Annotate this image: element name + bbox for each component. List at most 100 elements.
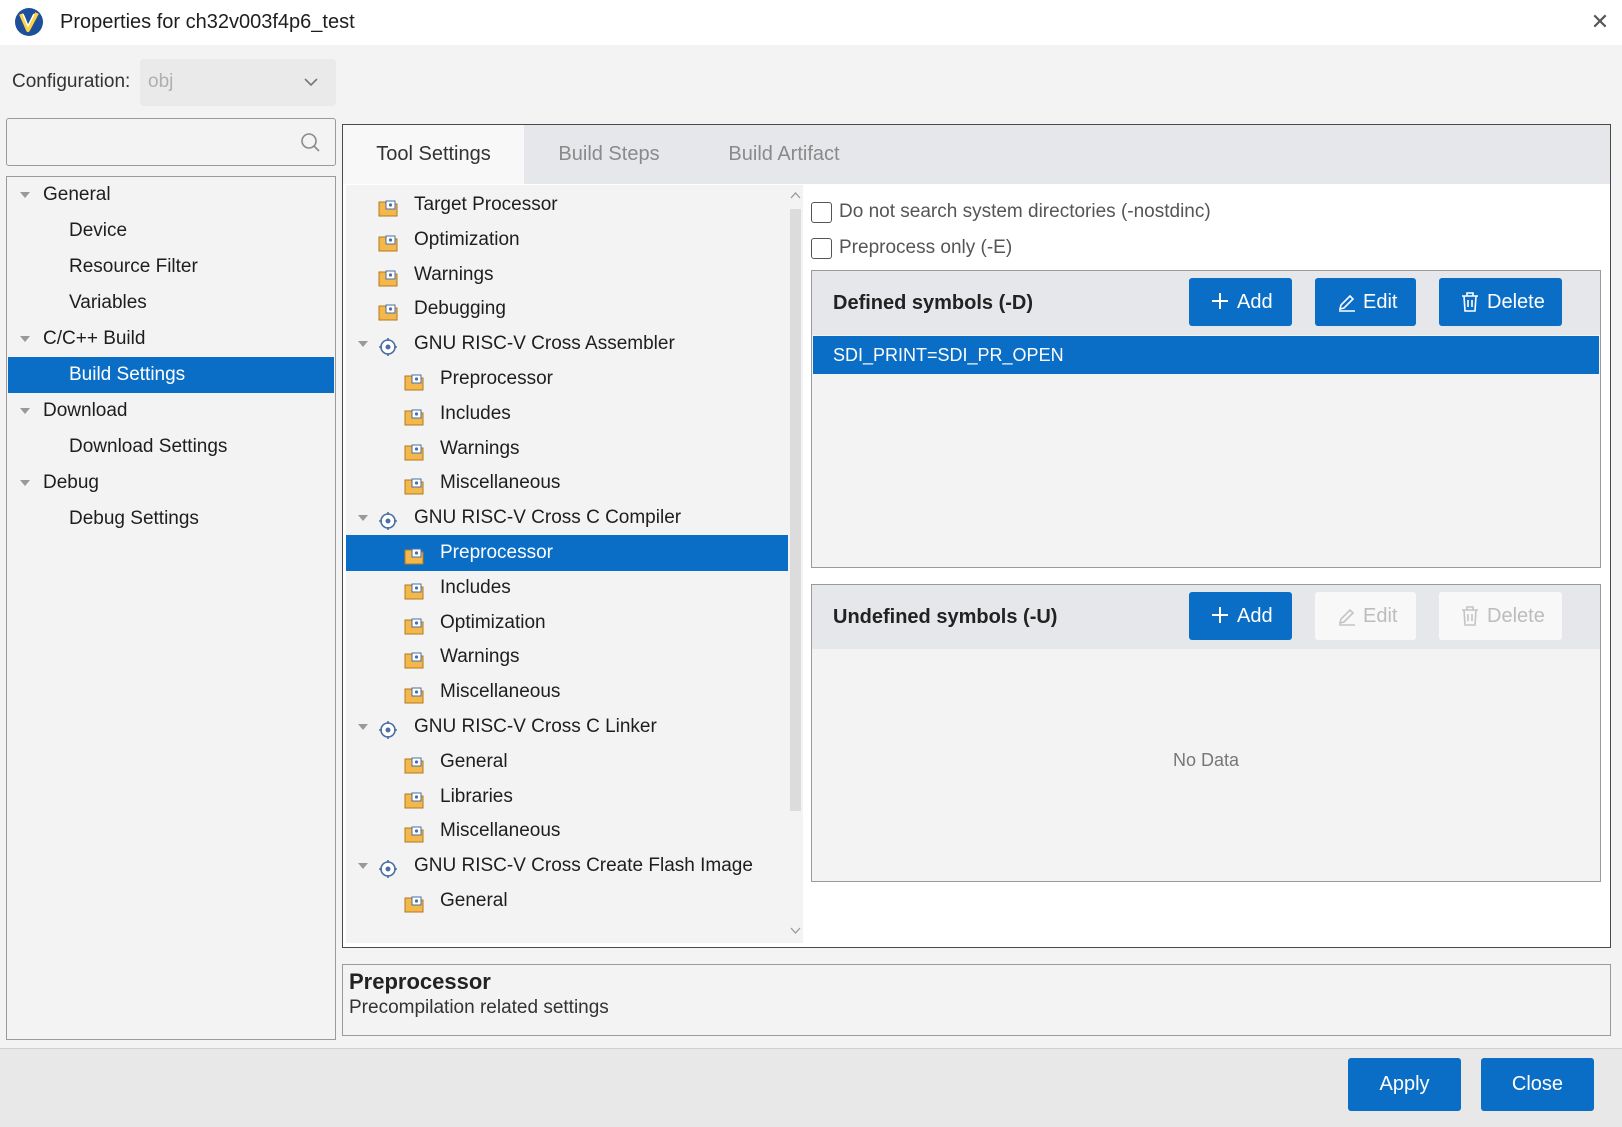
tree-node-build-settings[interactable]: Build Settings	[8, 357, 334, 393]
dialog-footer: Apply Close	[0, 1048, 1622, 1127]
tool-tree-item[interactable]: Preprocessor	[346, 361, 788, 397]
configuration-bar: Configuration: obj	[0, 45, 1622, 111]
tree-node-label: General	[43, 184, 111, 205]
pencil-icon	[1338, 294, 1355, 312]
filter-search-input[interactable]	[6, 118, 336, 166]
tool-icon	[378, 334, 398, 357]
tool-tree-label: Includes	[440, 576, 511, 598]
defined-symbols-panel: Defined symbols (-D) Add Edit Delete SDI…	[811, 270, 1601, 568]
tool-tree-label: Miscellaneous	[440, 820, 561, 842]
folder-icon	[404, 821, 424, 843]
nostdinc-checkbox[interactable]	[811, 202, 832, 223]
edit-defined-button[interactable]: Edit	[1315, 278, 1416, 326]
tree-node-debug[interactable]: Debug	[7, 465, 335, 501]
tool-tree-item[interactable]: Libraries	[346, 779, 788, 815]
scroll-down-icon[interactable]	[790, 925, 801, 935]
tool-tree-label: GNU RISC-V Cross Assembler	[414, 333, 675, 355]
trash-icon	[1462, 292, 1478, 312]
collapse-triangle-icon[interactable]	[358, 861, 368, 871]
tool-tree-label: General	[440, 890, 508, 911]
tool-tree-label: Warnings	[414, 263, 494, 285]
tool-tree-label: Target Processor	[414, 194, 558, 215]
configuration-select[interactable]: obj	[140, 59, 336, 106]
defined-symbol-row[interactable]: SDI_PRINT=SDI_PR_OPEN	[813, 336, 1599, 374]
preprocess-only-checkbox[interactable]	[811, 238, 832, 259]
tool-tree-item[interactable]: Warnings	[346, 257, 788, 293]
tool-tree-item[interactable]: Miscellaneous	[346, 465, 788, 501]
folder-icon	[404, 752, 424, 774]
tool-tree-label: GNU RISC-V Cross Create Flash Image	[414, 855, 753, 877]
tool-tree-item[interactable]: Miscellaneous	[346, 674, 788, 710]
tab-build-steps[interactable]: Build Steps	[524, 125, 694, 184]
defined-symbols-title: Defined symbols (-D)	[833, 292, 1034, 314]
tab-tool-settings[interactable]: Tool Settings	[343, 125, 524, 184]
tool-tree-category[interactable]: GNU RISC-V Cross Create Flash Image	[346, 848, 788, 884]
tool-tree-scrollbar[interactable]	[788, 185, 803, 943]
tool-tree-item[interactable]: Optimization	[346, 222, 788, 258]
expand-triangle-icon[interactable]	[20, 406, 30, 416]
tool-tree-item[interactable]: Miscellaneous	[346, 813, 788, 849]
tool-tree-item[interactable]: Warnings	[346, 431, 788, 467]
delete-defined-button[interactable]: Delete	[1439, 278, 1562, 326]
tab-build-artifact[interactable]: Build Artifact	[694, 125, 874, 184]
tool-tree-item[interactable]: Warnings	[346, 639, 788, 675]
expand-triangle-icon[interactable]	[20, 478, 30, 488]
tree-node-label: Debug	[43, 472, 99, 493]
tree-node-debug-settings[interactable]: Debug Settings	[7, 501, 335, 537]
plus-icon	[1212, 293, 1228, 309]
collapse-triangle-icon[interactable]	[358, 339, 368, 349]
tree-node-label: Download	[43, 400, 128, 421]
no-data-text: No Data	[1172, 750, 1240, 770]
tree-node-variables[interactable]: Variables	[7, 285, 335, 321]
tool-tree-item[interactable]: Includes	[346, 570, 788, 606]
tool-tree-label: Miscellaneous	[440, 681, 561, 703]
tool-tree-category[interactable]: GNU RISC-V Cross C Linker	[346, 709, 788, 745]
tree-node-device[interactable]: Device	[7, 213, 335, 249]
delete-undefined-button[interactable]: Delete	[1439, 592, 1562, 640]
tool-tree-item[interactable]: Optimization	[346, 605, 788, 641]
tree-node-download-settings[interactable]: Download Settings	[7, 429, 335, 465]
tool-icon	[378, 508, 398, 531]
edit-undefined-button[interactable]: Edit	[1315, 592, 1416, 640]
close-button[interactable]: Close	[1481, 1058, 1594, 1111]
tool-tree-item[interactable]: General	[346, 744, 788, 780]
tree-node-general[interactable]: General	[7, 177, 335, 213]
chevron-down-icon	[304, 78, 318, 87]
button-label: Add	[1237, 605, 1273, 627]
trash-icon	[1462, 606, 1478, 626]
tool-tree-label: Preprocessor	[440, 542, 553, 563]
expand-triangle-icon[interactable]	[20, 334, 30, 344]
window-title: Properties for ch32v003f4p6_test	[60, 11, 355, 33]
tree-node-resource-filter[interactable]: Resource Filter	[7, 249, 335, 285]
folder-icon	[404, 578, 424, 600]
plus-icon	[1212, 607, 1228, 623]
apply-button[interactable]: Apply	[1348, 1058, 1461, 1111]
description-text: Precompilation related settings	[349, 997, 609, 1018]
tree-node-download[interactable]: Download	[7, 393, 335, 429]
tool-tree-item[interactable]: General	[346, 883, 788, 919]
folder-icon	[378, 299, 398, 321]
expand-triangle-icon[interactable]	[20, 190, 30, 200]
collapse-triangle-icon[interactable]	[358, 722, 368, 732]
close-window-icon[interactable]: ✕	[1588, 10, 1612, 34]
scroll-up-icon[interactable]	[790, 191, 801, 201]
tool-tree-item[interactable]: Preprocessor	[346, 535, 788, 571]
search-icon	[301, 133, 320, 152]
collapse-triangle-icon[interactable]	[358, 513, 368, 523]
tool-tree-item[interactable]: Debugging	[346, 291, 788, 327]
add-defined-button[interactable]: Add	[1189, 278, 1292, 326]
tool-tree-item[interactable]: Includes	[346, 396, 788, 432]
add-undefined-button[interactable]: Add	[1189, 592, 1292, 640]
scroll-thumb[interactable]	[790, 209, 801, 811]
tool-tree-item[interactable]: Target Processor	[346, 187, 788, 223]
configuration-value: obj	[148, 71, 174, 92]
tool-tree-category[interactable]: GNU RISC-V Cross C Compiler	[346, 500, 788, 536]
preprocess-only-label: Preprocess only (-E)	[839, 237, 1013, 258]
tool-tree-category[interactable]: GNU RISC-V Cross Assembler	[346, 326, 788, 362]
tool-tree-label: Preprocessor	[440, 368, 553, 389]
app-logo-icon	[15, 8, 43, 36]
tool-tree-label: Optimization	[440, 611, 546, 633]
tool-tree-label: GNU RISC-V Cross C Compiler	[414, 507, 682, 529]
tool-tree-label: Libraries	[440, 785, 513, 807]
tree-node-cpp-build[interactable]: C/C++ Build	[7, 321, 335, 357]
